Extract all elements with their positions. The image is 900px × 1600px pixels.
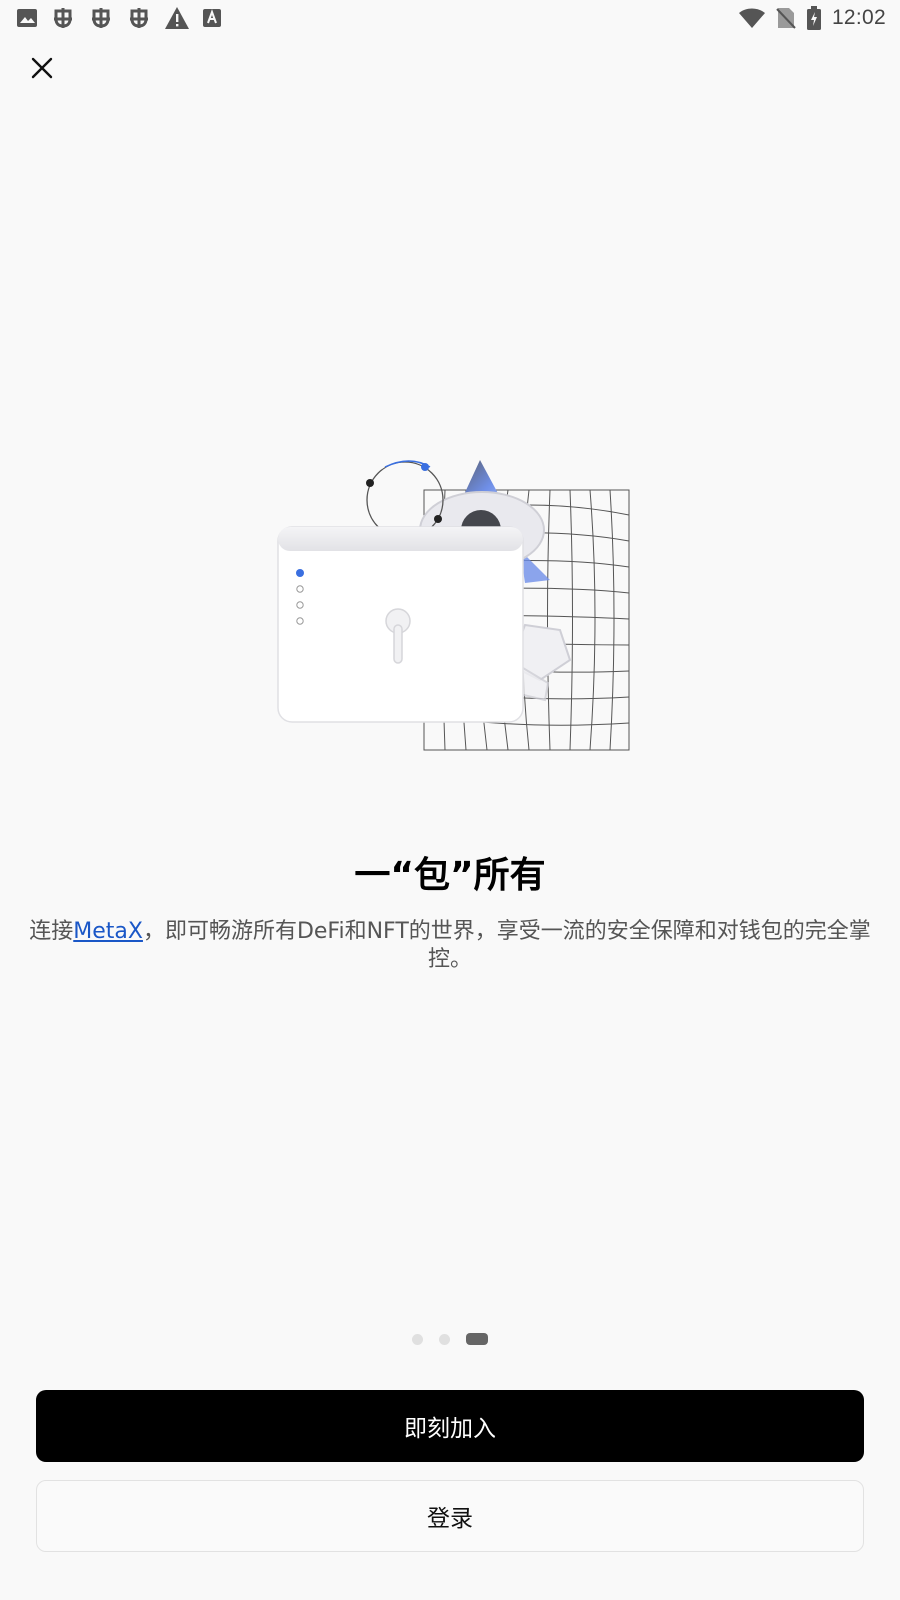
battery-charging-icon (806, 6, 822, 30)
login-button[interactable]: 登录 (36, 1480, 864, 1552)
wallet-card (277, 526, 524, 723)
font-a-icon (202, 8, 222, 28)
bug-icon (88, 5, 114, 31)
close-button[interactable] (24, 50, 60, 86)
hero-description: 连接MetaX，即可畅游所有DeFi和NFT的世界，享受一流的安全保障和对钱包的… (26, 918, 874, 974)
status-bar-notifications (16, 5, 222, 31)
page-dot-1[interactable] (412, 1333, 423, 1345)
wallet-illustration (270, 455, 640, 765)
clock: 12:02 (831, 6, 886, 29)
description-suffix: ，即可畅游所有DeFi和NFT的世界，享受一流的安全保障和对钱包的完全掌控。 (142, 919, 871, 972)
metax-link[interactable]: MetaX (73, 919, 143, 944)
status-bar: 12:02 (0, 0, 900, 36)
description-prefix: 连接 (29, 919, 74, 944)
join-now-button[interactable]: 即刻加入 (36, 1390, 864, 1462)
bug-icon (126, 5, 152, 31)
page-indicator (0, 1332, 900, 1346)
status-bar-system: 12:02 (738, 6, 886, 30)
page-dot-3-active[interactable] (466, 1333, 488, 1345)
bug-icon (50, 5, 76, 31)
wifi-icon (738, 7, 766, 29)
no-sim-icon (776, 6, 796, 30)
image-icon (16, 7, 38, 29)
hero-title: 一“包”所有 (354, 855, 546, 896)
page-dot-2[interactable] (439, 1333, 450, 1345)
close-icon (31, 57, 53, 79)
warning-icon (164, 6, 190, 30)
